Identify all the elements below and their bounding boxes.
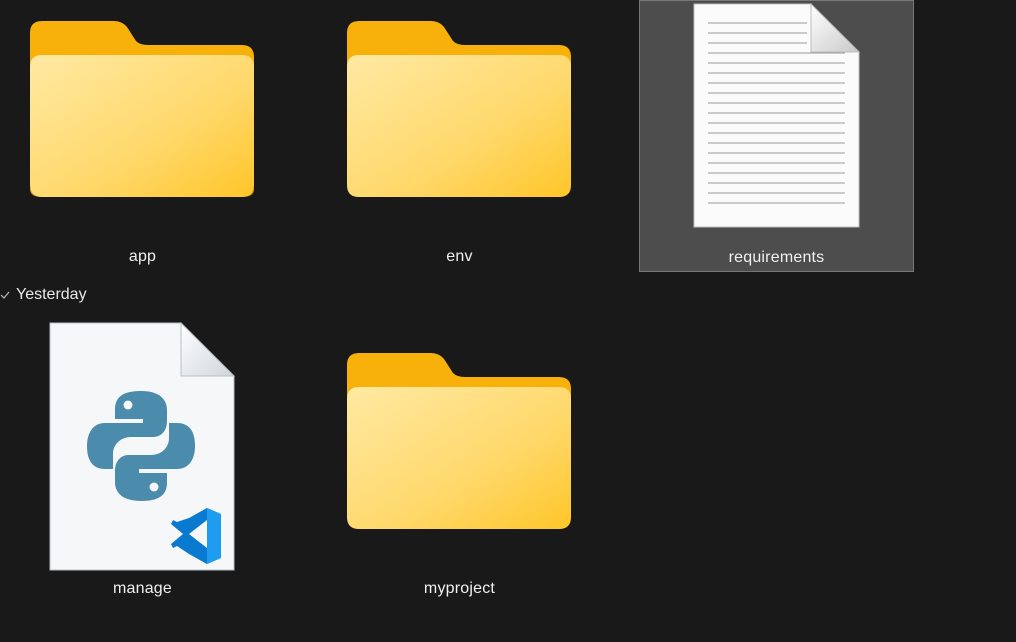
item-label: requirements xyxy=(728,249,825,266)
python-file-icon xyxy=(49,322,236,571)
folder-icon xyxy=(347,353,571,529)
file-explorer-view: app env requirements Yesterday manage my… xyxy=(0,0,1016,642)
item-label: manage xyxy=(112,580,173,597)
item-label: myproject xyxy=(423,580,496,597)
folder-item-env[interactable]: env xyxy=(322,0,597,272)
group-header-label: Yesterday xyxy=(16,286,87,303)
check-chevron-icon xyxy=(0,291,10,299)
item-label: env xyxy=(446,248,473,265)
text-document-icon xyxy=(693,3,861,228)
item-label: app xyxy=(128,248,157,265)
file-item-manage[interactable]: manage xyxy=(5,320,280,597)
folder-icon xyxy=(347,21,571,197)
group-header-yesterday[interactable]: Yesterday xyxy=(0,284,87,306)
folder-item-myproject[interactable]: myproject xyxy=(322,320,597,597)
folder-icon xyxy=(30,21,254,197)
file-item-requirements[interactable]: requirements xyxy=(639,0,914,272)
folder-item-app[interactable]: app xyxy=(5,0,280,272)
